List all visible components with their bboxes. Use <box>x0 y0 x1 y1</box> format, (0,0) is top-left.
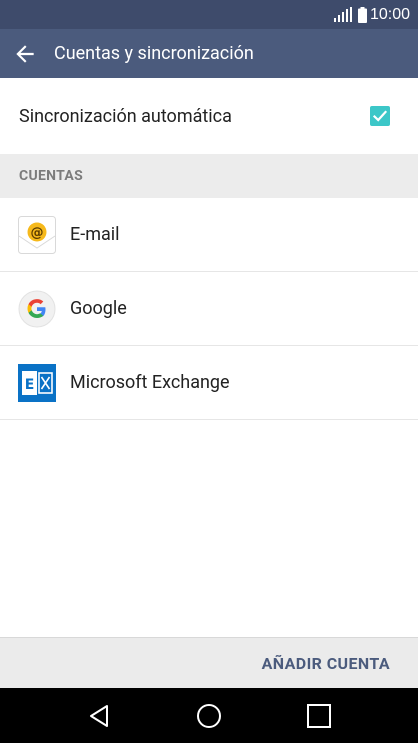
home-circle-icon[interactable] <box>195 702 223 730</box>
account-list: @ E-mail Google E Microsoft Exchange <box>0 198 418 420</box>
page-title: Cuentas y sincronización <box>54 43 254 64</box>
account-item-email[interactable]: @ E-mail <box>0 198 418 272</box>
signal-icon <box>333 7 352 22</box>
bottom-action-bar: AÑADIR CUENTA <box>0 637 418 688</box>
exchange-icon: E <box>18 363 56 402</box>
svg-text:E: E <box>25 377 35 393</box>
app-bar: Cuentas y sincronización <box>0 29 418 78</box>
checkmark-icon <box>372 110 388 122</box>
accounts-section-header: CUENTAS <box>0 154 418 198</box>
account-item-google[interactable]: Google <box>0 272 418 346</box>
add-account-button[interactable]: AÑADIR CUENTA <box>262 654 390 673</box>
arrow-left-icon[interactable] <box>12 41 38 67</box>
auto-sync-row[interactable]: Sincronización automática <box>0 78 418 154</box>
recents-square-icon[interactable] <box>305 702 333 730</box>
account-name: Microsoft Exchange <box>70 372 230 393</box>
back-triangle-icon[interactable] <box>86 702 114 730</box>
svg-text:@: @ <box>31 225 44 240</box>
google-icon <box>18 290 56 328</box>
auto-sync-checkbox[interactable] <box>370 106 390 126</box>
account-name: E-mail <box>70 224 120 245</box>
email-app-icon: @ <box>18 215 56 254</box>
status-clock: 10:00 <box>369 5 410 23</box>
auto-sync-label: Sincronización automática <box>19 105 232 127</box>
battery-icon <box>357 6 367 23</box>
account-item-exchange[interactable]: E Microsoft Exchange <box>0 346 418 420</box>
status-bar: 10:00 <box>0 0 418 29</box>
account-name: Google <box>70 298 127 319</box>
navigation-bar <box>0 688 418 743</box>
